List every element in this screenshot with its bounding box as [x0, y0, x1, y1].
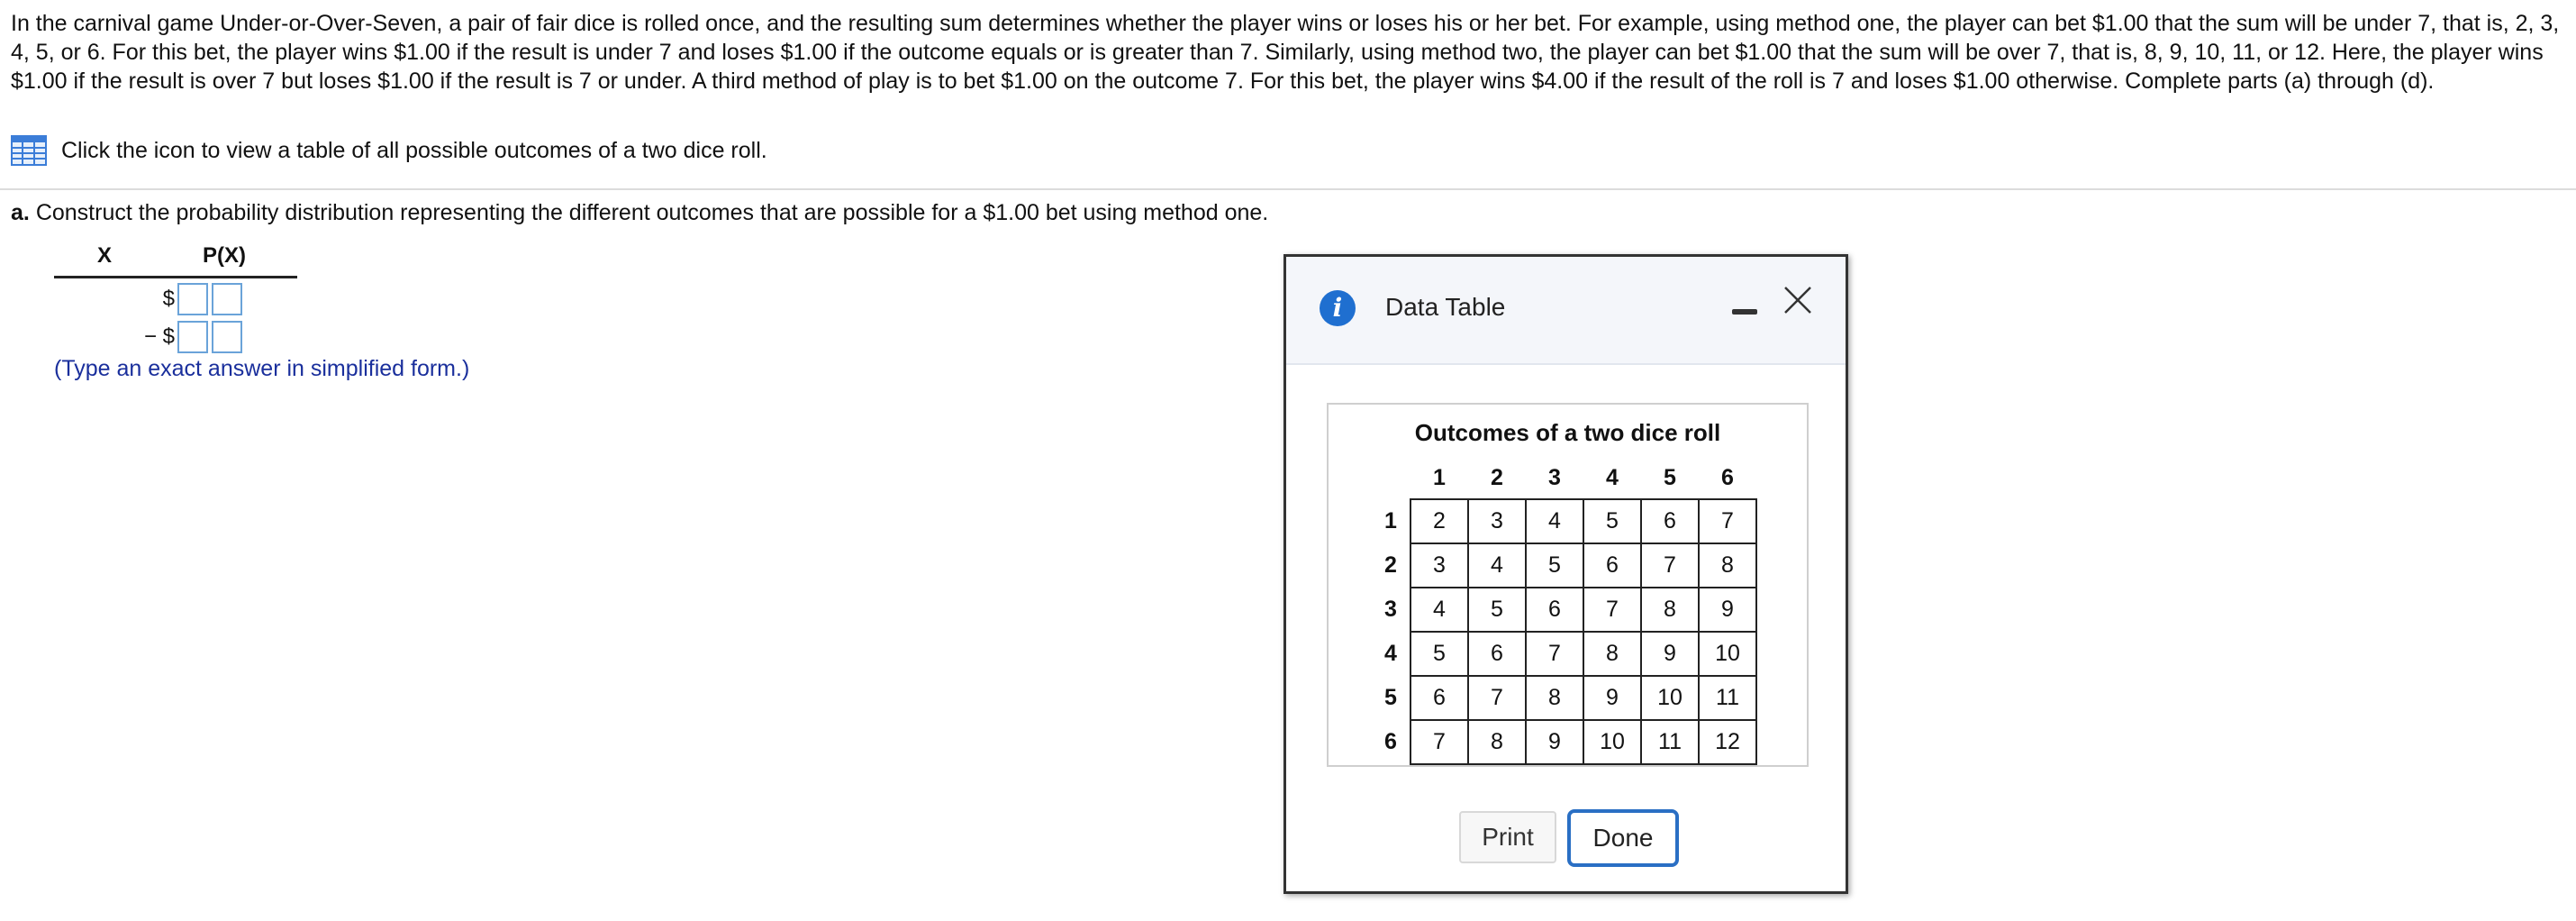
data-table-dialog: i Data Table Outcomes of a two dice roll… — [1283, 254, 1848, 894]
table-cell: 5 — [1410, 631, 1469, 677]
table-cell: 6 — [1525, 587, 1584, 633]
table-cell: 10 — [1583, 719, 1642, 765]
outcomes-header-row: 1 2 3 4 5 6 — [1384, 457, 1756, 499]
column-header: 3 — [1548, 464, 1561, 490]
outcomes-table: 1 2 3 4 5 6 1 2 3 4 5 6 7 2 3 4 5 6 7 8 … — [1384, 457, 1757, 765]
table-cell: 3 — [1467, 498, 1527, 544]
table-cell: 6 — [1410, 675, 1469, 721]
table-row: 2 3 4 5 6 7 8 — [1384, 543, 1757, 588]
section-divider — [0, 188, 2576, 190]
table-cell: 7 — [1640, 543, 1700, 588]
table-cell: 8 — [1467, 719, 1527, 765]
table-cell: 6 — [1583, 543, 1642, 588]
row-header: 5 — [1384, 685, 1397, 710]
corner-cell — [1384, 457, 1410, 499]
table-cell: 5 — [1583, 498, 1642, 544]
x-value-input-1[interactable] — [177, 283, 208, 315]
table-cell: 6 — [1467, 631, 1527, 677]
column-header: 6 — [1721, 464, 1734, 490]
row-header: 4 — [1384, 641, 1397, 666]
table-cell: 5 — [1467, 587, 1527, 633]
negative-dollar-sign: − $ — [143, 324, 175, 349]
table-cell: 4 — [1467, 543, 1527, 588]
probability-input-2[interactable] — [212, 321, 242, 353]
done-button[interactable]: Done — [1567, 809, 1679, 867]
dialog-header: i Data Table — [1286, 257, 1846, 365]
table-cell: 8 — [1583, 631, 1642, 677]
probability-input-1[interactable] — [212, 283, 242, 315]
outcomes-table-panel: Outcomes of a two dice roll 1 2 3 4 5 6 … — [1327, 403, 1809, 767]
dialog-title: Data Table — [1385, 293, 1506, 321]
row-header: 3 — [1384, 597, 1397, 622]
table-cell: 9 — [1583, 675, 1642, 721]
table-cell: 3 — [1410, 543, 1469, 588]
table-cell: 5 — [1525, 543, 1584, 588]
view-table-link[interactable]: Click the icon to view a table of all po… — [11, 135, 767, 166]
table-cell: 11 — [1640, 719, 1700, 765]
table-cell: 10 — [1640, 675, 1700, 721]
distribution-row: − $ — [54, 319, 297, 357]
table-row: 4 5 6 7 8 9 10 — [1384, 631, 1757, 677]
table-cell: 4 — [1410, 587, 1469, 633]
column-header: 5 — [1664, 464, 1676, 490]
table-icon[interactable] — [11, 135, 47, 166]
x-value-input-2[interactable] — [177, 321, 208, 353]
table-cell: 8 — [1698, 543, 1757, 588]
table-row: 3 4 5 6 7 8 9 — [1384, 587, 1757, 633]
row-header: 2 — [1384, 552, 1397, 578]
table-cell: 9 — [1698, 587, 1757, 633]
dollar-sign: $ — [162, 287, 175, 311]
print-button[interactable]: Print — [1459, 811, 1556, 863]
table-cell: 7 — [1525, 631, 1584, 677]
part-a-label: a. — [11, 200, 30, 225]
table-row: 1 2 3 4 5 6 7 — [1384, 498, 1757, 544]
column-header: 1 — [1433, 464, 1446, 490]
table-cell: 12 — [1698, 719, 1757, 765]
table-cell: 10 — [1698, 631, 1757, 677]
table-cell: 7 — [1467, 675, 1527, 721]
table-cell: 6 — [1640, 498, 1700, 544]
info-icon: i — [1320, 290, 1356, 326]
close-button[interactable] — [1780, 282, 1816, 318]
table-cell: 9 — [1525, 719, 1584, 765]
table-row: 6 7 8 9 10 11 12 — [1384, 719, 1757, 765]
distribution-row: $ — [54, 281, 297, 319]
part-a-text: Construct the probability distribution r… — [35, 200, 1269, 225]
row-header: 1 — [1384, 508, 1397, 533]
answer-hint: (Type an exact answer in simplified form… — [54, 356, 470, 381]
column-header-x: X — [97, 243, 113, 268]
header-rule — [54, 276, 297, 278]
table-cell: 8 — [1525, 675, 1584, 721]
table-cell: 7 — [1410, 719, 1469, 765]
problem-statement: In the carnival game Under-or-Over-Seven… — [11, 11, 2560, 94]
column-header: 2 — [1491, 464, 1503, 490]
close-icon — [1784, 287, 1811, 314]
outcomes-table-title: Outcomes of a two dice roll — [1414, 419, 1721, 446]
table-cell: 4 — [1525, 498, 1584, 544]
column-header-px: P(X) — [203, 243, 246, 268]
table-cell: 7 — [1583, 587, 1642, 633]
table-cell: 9 — [1640, 631, 1700, 677]
table-cell: 2 — [1410, 498, 1469, 544]
minimize-button[interactable] — [1732, 300, 1757, 322]
minimize-icon — [1732, 309, 1757, 315]
part-a-prompt: a. Construct the probability distributio… — [11, 200, 1268, 226]
table-cell: 8 — [1640, 587, 1700, 633]
table-row: 5 6 7 8 9 10 11 — [1384, 675, 1757, 721]
table-cell: 7 — [1698, 498, 1757, 544]
view-table-link-text[interactable]: Click the icon to view a table of all po… — [61, 138, 767, 164]
table-cell: 11 — [1698, 675, 1757, 721]
row-header: 6 — [1384, 729, 1397, 754]
column-header: 4 — [1606, 464, 1619, 490]
